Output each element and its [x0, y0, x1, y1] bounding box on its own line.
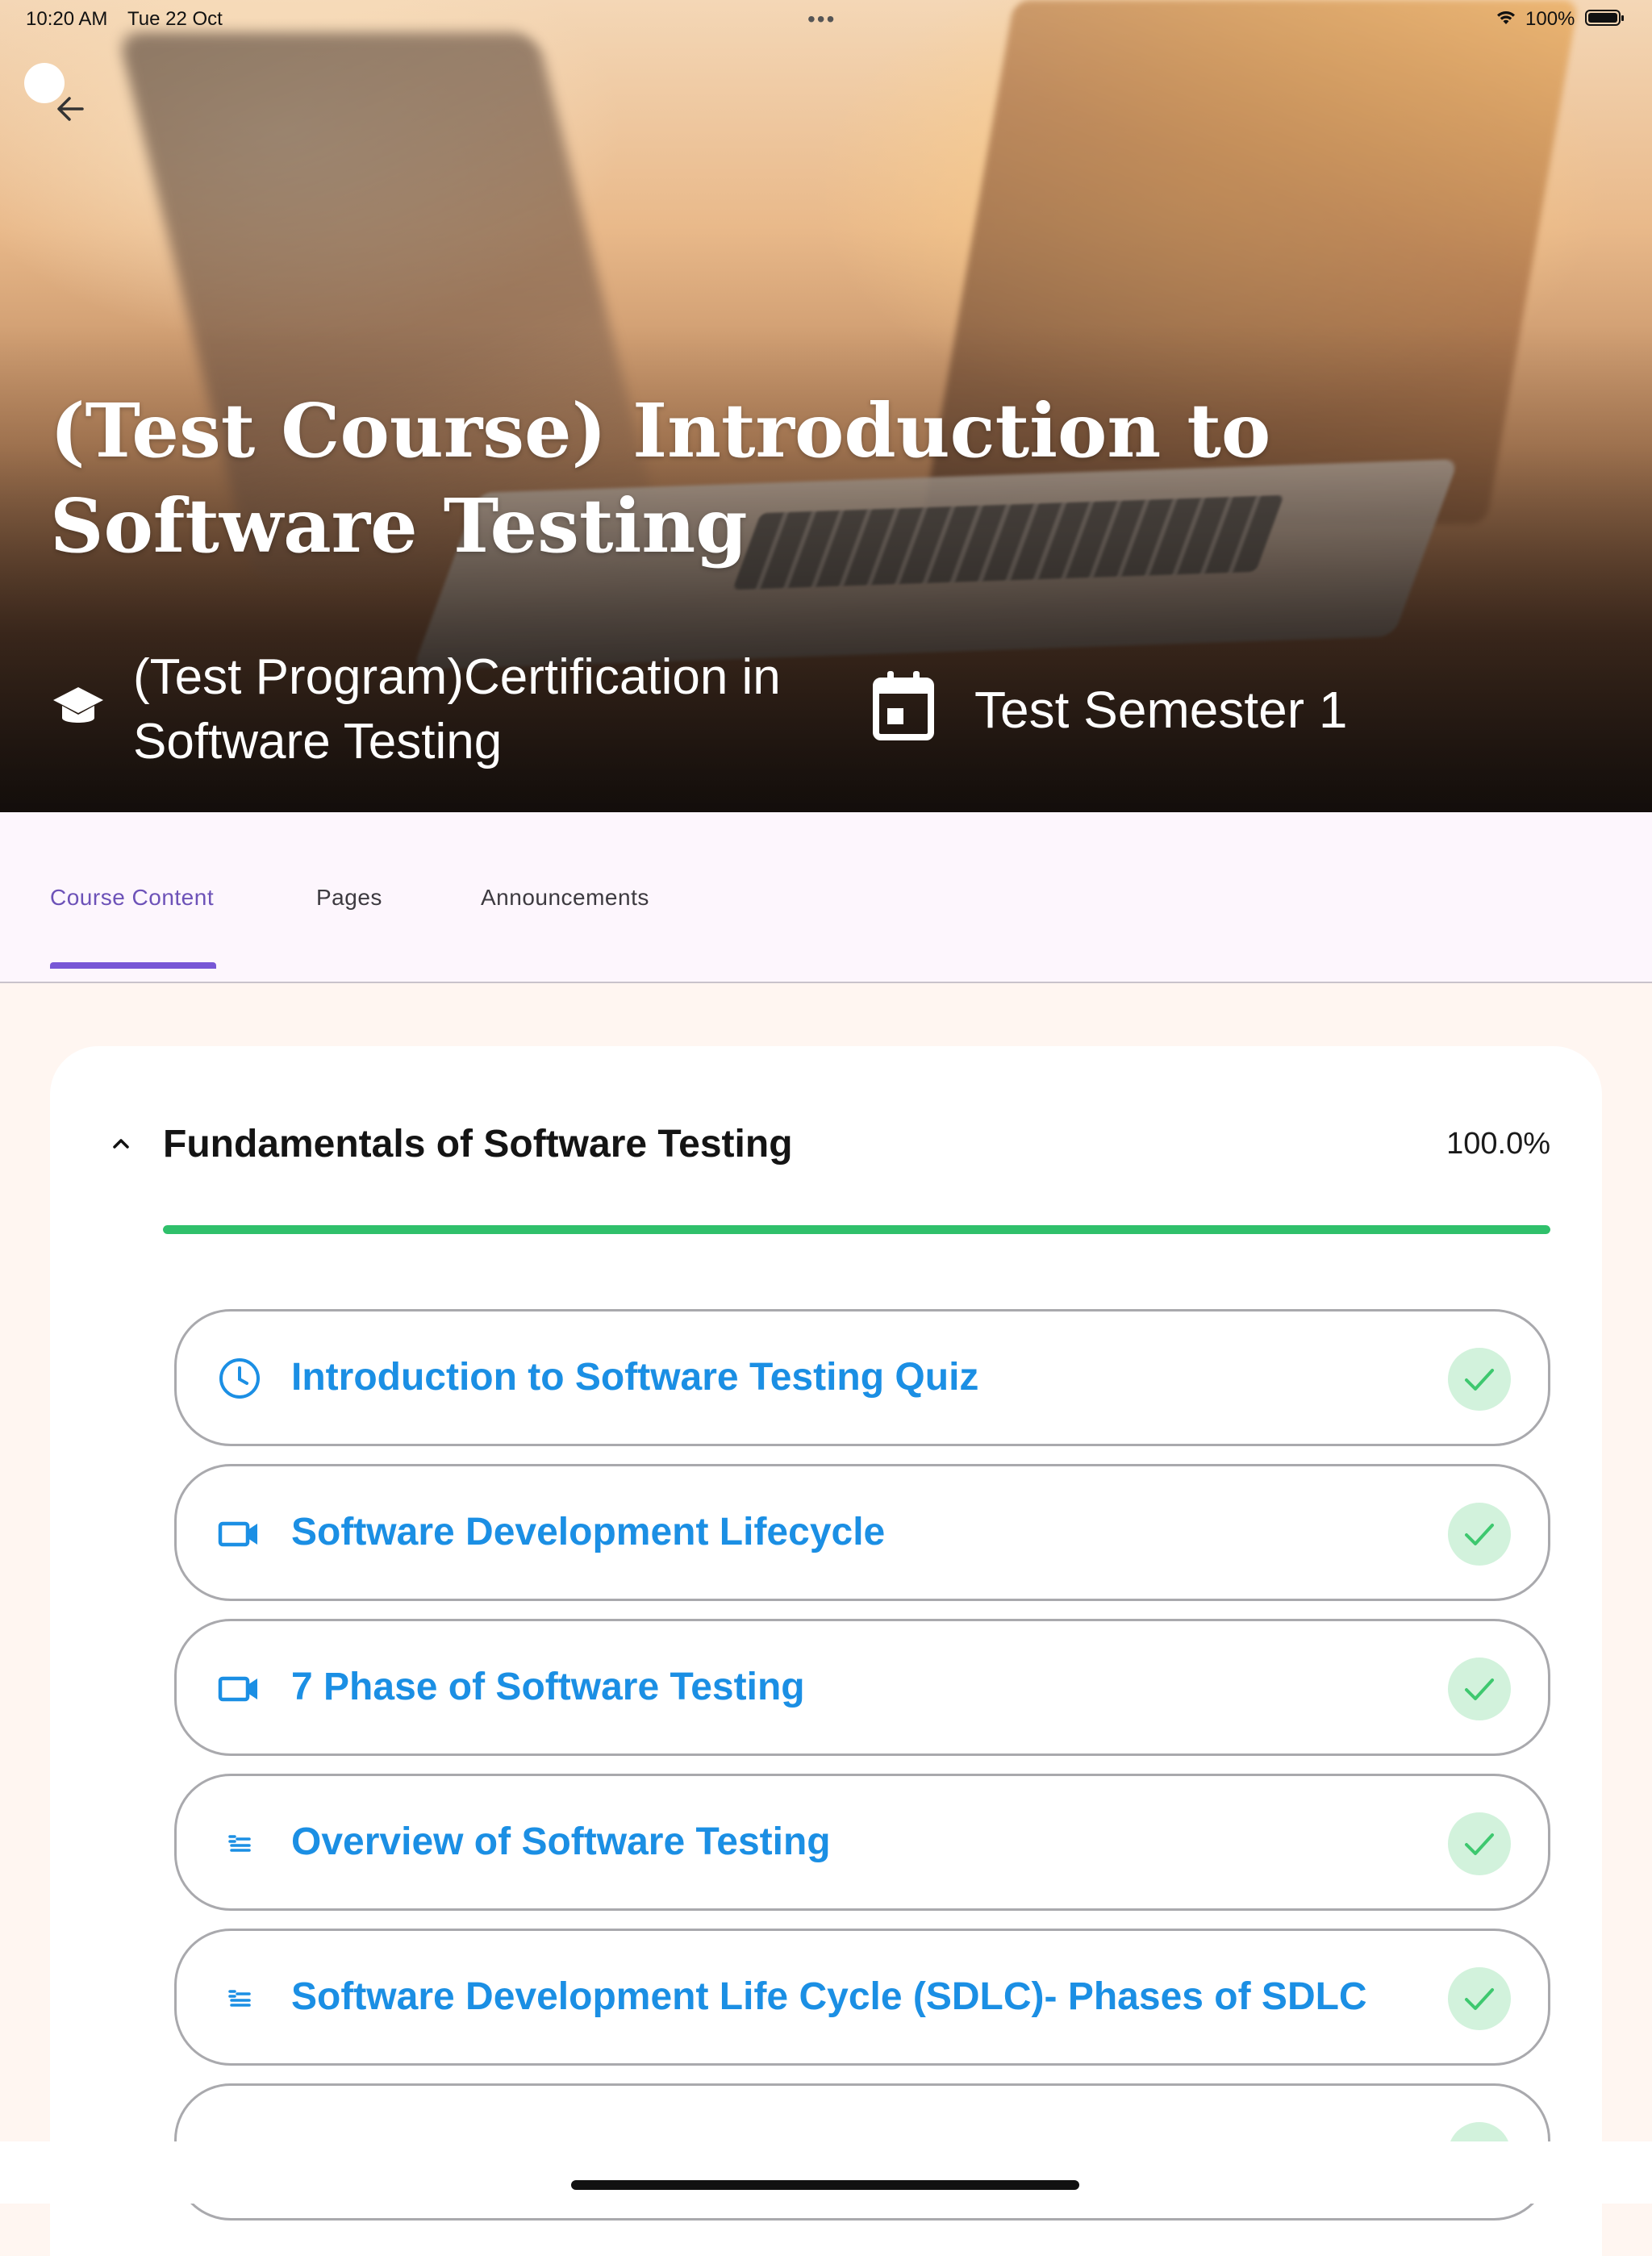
graduation-cap-icon — [53, 687, 103, 723]
status-bar: 10:20 AM Tue 22 Oct ••• 100% — [0, 0, 1652, 39]
bottom-safe-area — [0, 2141, 1652, 2204]
lesson-title: Overview of Software Testing — [291, 1820, 831, 1863]
text-lines-icon — [228, 1835, 251, 1852]
tab-course-content[interactable]: Course Content — [50, 885, 214, 911]
multitasking-dots-icon[interactable]: ••• — [807, 6, 836, 32]
video-icon — [218, 1676, 257, 1702]
lesson-title: 7 Phase of Software Testing — [291, 1666, 805, 1708]
lesson-title: Software Development Lifecycle — [291, 1511, 886, 1553]
clock-icon — [219, 1358, 260, 1399]
battery-percentage: 100% — [1525, 8, 1575, 30]
module-progress-text: 100.0% — [1446, 1127, 1550, 1161]
calendar-icon — [873, 671, 934, 740]
lesson-title: Software Development Life Cycle (SDLC)- … — [291, 1975, 1367, 2018]
status-time: 10:20 AM — [26, 8, 108, 30]
completed-check-icon — [1448, 1812, 1511, 1875]
completed-check-icon — [1448, 1503, 1511, 1566]
wifi-icon — [1497, 11, 1515, 24]
completed-check-icon — [1448, 1967, 1511, 2030]
status-date: Tue 22 Oct — [127, 8, 223, 30]
tab-pages[interactable]: Pages — [316, 885, 382, 911]
completed-check-icon — [1448, 1658, 1511, 1720]
module-title[interactable]: Fundamentals of Software Testing — [163, 1122, 793, 1166]
lesson-item[interactable]: Introduction to Software Testing Quiz — [174, 1309, 1550, 1446]
home-indicator[interactable] — [571, 2180, 1079, 2190]
battery-icon — [1585, 10, 1624, 26]
lesson-title: Introduction to Software Testing Quiz — [291, 1356, 979, 1399]
tab-announcements[interactable]: Announcements — [481, 885, 649, 911]
text-lines-icon — [228, 1990, 251, 2007]
chevron-up-icon[interactable] — [106, 1133, 136, 1153]
back-arrow-icon[interactable] — [50, 89, 90, 129]
lesson-item[interactable]: Software Development Lifecycle — [174, 1464, 1550, 1601]
course-hero-banner: 10:20 AM Tue 22 Oct ••• 100% (Test Cours… — [0, 0, 1652, 812]
course-tabs: Course Content Pages Announcements — [0, 812, 1652, 983]
module-card: Fundamentals of Software Testing 100.0% … — [50, 1046, 1602, 2256]
module-progress-bar — [163, 1225, 1550, 1234]
lesson-item[interactable]: 7 Phase of Software Testing — [174, 1619, 1550, 1756]
semester-name: Test Semester 1 — [974, 681, 1348, 739]
program-name: (Test Program)Certification in Software … — [133, 649, 781, 769]
video-icon — [218, 1521, 257, 1547]
completed-check-icon — [1448, 1348, 1511, 1411]
lesson-item[interactable]: Software Development Life Cycle (SDLC)- … — [174, 1929, 1550, 2066]
course-title: (Test Course) Introduction to Software T… — [50, 387, 1271, 569]
active-tab-indicator — [50, 962, 216, 969]
lesson-item[interactable]: Overview of Software Testing — [174, 1774, 1550, 1911]
